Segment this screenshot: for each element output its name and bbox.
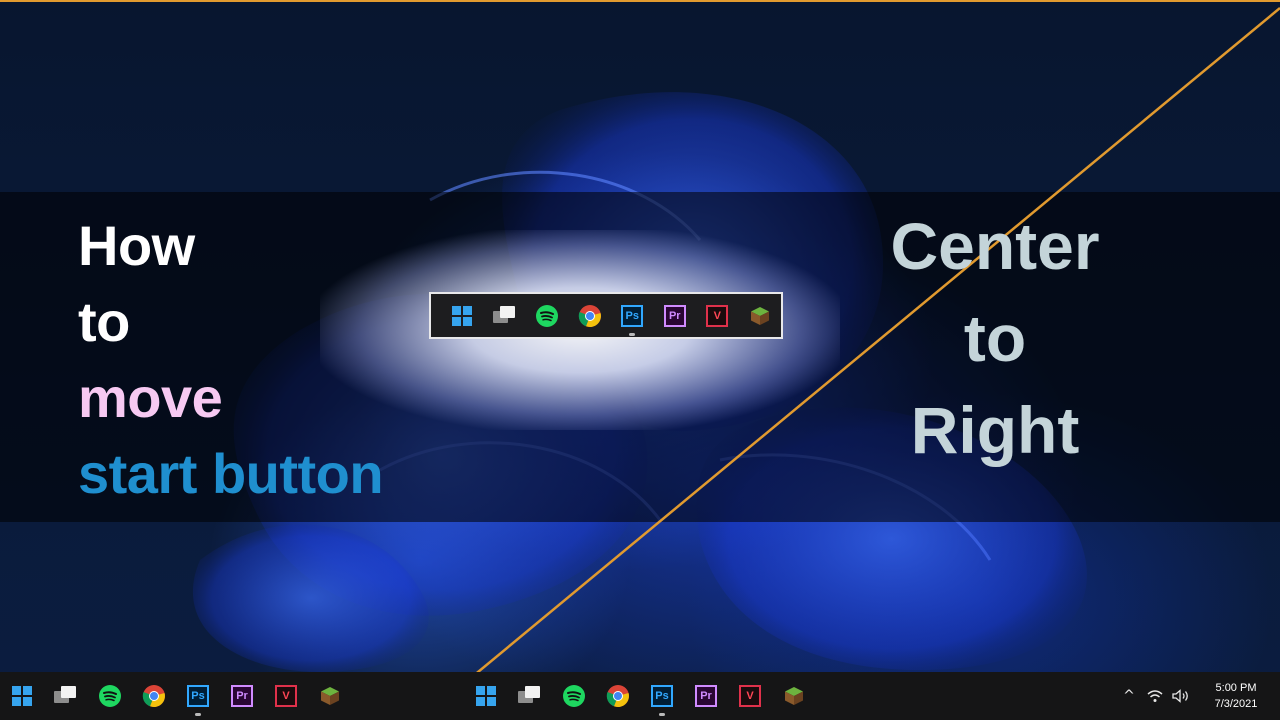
taskbar-left-group: Ps Pr V [0,672,352,720]
direction-line-3: Right [910,393,1080,467]
zoomed-taskbar: Ps Pr V [429,292,783,339]
windows-start-icon [12,686,32,706]
start-button-center[interactable] [464,674,508,718]
photoshop-icon: Ps [621,304,644,327]
wifi-icon [1147,690,1163,702]
headline-line-1: How [78,214,195,277]
system-tray: ^ 5:00 PM 7/3/2021 [1116,672,1280,720]
minecraft-icon [321,687,339,705]
minecraft-icon [750,306,769,325]
chrome-icon [142,685,165,708]
minecraft-button-center[interactable] [772,674,816,718]
valorant-icon: V [706,304,729,327]
spotify-icon [536,304,559,327]
spotify-button[interactable] [526,294,569,338]
valorant-button-center[interactable]: V [728,674,772,718]
headline-line-3: move [78,366,223,429]
start-button-left[interactable] [0,674,44,718]
spotify-icon [563,685,585,707]
direction-text: Center to Right [870,200,1120,476]
premiere-icon: Pr [663,304,686,327]
minecraft-button-left[interactable] [308,674,352,718]
photoshop-icon: Ps [187,685,209,707]
taskbar: Ps Pr V Ps Pr V ^ 5:00 PM 7/3/2021 [0,672,1280,720]
clock-time: 5:00 PM [1215,682,1257,694]
clock-button[interactable]: 5:00 PM 7/3/2021 [1200,680,1272,712]
clock-date: 7/3/2021 [1214,698,1258,710]
network-button[interactable] [1142,672,1168,720]
minecraft-button[interactable] [739,294,782,338]
task-view-button[interactable] [484,294,527,338]
chrome-icon [578,304,601,327]
running-indicator [629,332,636,336]
headline-line-4: start button [78,442,384,505]
task-view-icon [518,686,542,706]
running-indicator [659,713,665,716]
valorant-button-left[interactable]: V [264,674,308,718]
valorant-icon: V [739,685,761,707]
taskbar-center-group: Ps Pr V [464,672,816,720]
speaker-icon [1172,689,1188,703]
spotify-button-center[interactable] [552,674,596,718]
photoshop-button-center[interactable]: Ps [640,674,684,718]
chevron-up-icon: ^ [1123,688,1135,704]
start-button[interactable] [441,294,484,338]
volume-button[interactable] [1168,672,1194,720]
chrome-icon [606,685,629,708]
task-view-button-center[interactable] [508,674,552,718]
task-view-icon [492,305,517,326]
premiere-icon: Pr [231,685,253,707]
premiere-button-center[interactable]: Pr [684,674,728,718]
task-view-icon [54,686,78,706]
photoshop-button-left[interactable]: Ps [176,674,220,718]
headline-line-2: to [78,290,130,353]
photoshop-icon: Ps [651,685,673,707]
valorant-button[interactable]: V [696,294,739,338]
chrome-button-left[interactable] [132,674,176,718]
premiere-button[interactable]: Pr [654,294,697,338]
running-indicator [195,713,201,716]
spotify-button-left[interactable] [88,674,132,718]
premiere-icon: Pr [695,685,717,707]
chrome-button-center[interactable] [596,674,640,718]
show-hidden-icons-button[interactable]: ^ [1116,672,1142,720]
task-view-button-left[interactable] [44,674,88,718]
direction-line-2: to [963,301,1027,375]
photoshop-button[interactable]: Ps [611,294,654,338]
minecraft-icon [785,687,803,705]
chrome-button[interactable] [569,294,612,338]
valorant-icon: V [275,685,297,707]
spotify-icon [99,685,121,707]
headline: How to move start button [78,208,384,512]
premiere-button-left[interactable]: Pr [220,674,264,718]
windows-start-icon [452,305,473,326]
windows-start-icon [476,686,496,706]
direction-line-1: Center [890,209,1100,283]
